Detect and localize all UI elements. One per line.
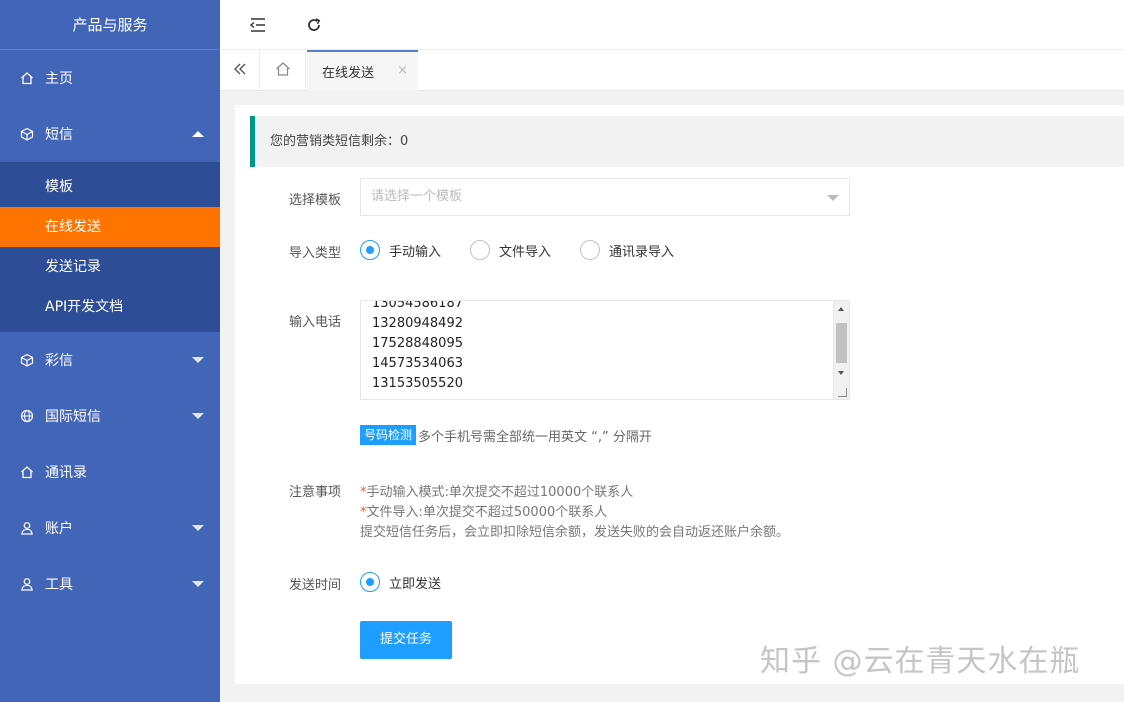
tab-label: 在线发送 xyxy=(322,66,375,81)
caret-down-icon xyxy=(192,357,204,363)
phone-line: 14573534063 xyxy=(372,356,463,371)
menu-collapse-icon[interactable] xyxy=(248,15,268,35)
sidebar-item-contacts[interactable]: 通讯录 xyxy=(0,444,220,500)
scroll-up-icon[interactable] xyxy=(838,307,844,311)
sidebar-item-label: 账户 xyxy=(45,521,73,537)
sidebar-item-label: 通讯录 xyxy=(45,465,87,481)
cube-icon xyxy=(20,127,34,141)
radio-label: 手动输入 xyxy=(389,244,442,260)
sidebar-item-account[interactable]: 账户 xyxy=(0,500,220,556)
template-select[interactable]: 请选择一个模板 xyxy=(360,178,850,216)
user-icon xyxy=(20,521,34,535)
submenu-item-api-docs[interactable]: API开发文档 xyxy=(0,287,220,327)
submenu-item-template[interactable]: 模板 xyxy=(0,167,220,207)
submenu-item-online-send[interactable]: 在线发送 xyxy=(0,207,220,247)
sidebar-item-label: 工具 xyxy=(45,577,73,593)
sms-balance-notice: 您的营销类短信剩余：0 xyxy=(250,116,1124,167)
import-type-label: 导入类型 xyxy=(289,246,342,261)
sidebar-item-intl-sms[interactable]: 国际短信 xyxy=(0,388,220,444)
phone-line: 13054586187 xyxy=(372,300,463,311)
note-text: 手动输入模式:单次提交不超过10000个联系人 xyxy=(366,485,634,500)
caret-down-icon xyxy=(192,581,204,587)
sidebar-item-tools[interactable]: 工具 xyxy=(0,556,220,612)
radio-icon xyxy=(360,240,380,260)
sidebar-item-sms[interactable]: 短信 xyxy=(0,106,220,162)
caret-down-icon xyxy=(192,525,204,531)
sidebar-item-label: 国际短信 xyxy=(45,409,101,425)
cube-icon xyxy=(20,353,34,367)
radio-contacts-import[interactable]: 通讯录导入 xyxy=(580,240,674,260)
sidebar-item-label: 短信 xyxy=(45,127,73,143)
phone-list: 13054586187 13280948492 17528848095 1457… xyxy=(372,300,463,394)
note-manual-limit: *手动输入模式:单次提交不超过10000个联系人 xyxy=(360,481,633,500)
user-icon xyxy=(20,577,34,591)
sidebar-item-label: 彩信 xyxy=(45,353,73,369)
phone-line: 13153505520 xyxy=(372,376,463,391)
sidebar-item-home[interactable]: 主页 xyxy=(0,50,220,106)
tab-bar: 在线发送 × xyxy=(220,50,1124,91)
tab-scroll-left-button[interactable] xyxy=(220,50,260,91)
top-header xyxy=(220,0,1124,50)
radio-send-now[interactable]: 立即发送 xyxy=(360,572,441,592)
home-icon xyxy=(275,61,291,81)
scroll-down-icon[interactable] xyxy=(838,371,844,375)
phone-label: 输入电话 xyxy=(289,315,342,330)
note-file-limit: *文件导入:单次提交不超过50000个联系人 xyxy=(360,501,607,520)
note-deduction: 提交短信任务后，会立即扣除短信余额，发送失败的会自动返还账户余额。 xyxy=(360,525,790,540)
phone-hint: 多个手机号需全部统一用英文 “,” 分隔开 xyxy=(418,430,652,445)
watermark: 知乎 @云在青天水在瓶 xyxy=(760,644,1081,679)
number-check-button[interactable]: 号码检测 xyxy=(360,425,417,445)
tab-home[interactable] xyxy=(260,50,306,91)
radio-label: 通讯录导入 xyxy=(609,244,675,260)
sidebar: 产品与服务 主页 短信 模板 在线发送 发送记录 API开发文档 彩信 国际短信 xyxy=(0,0,220,702)
radio-icon xyxy=(470,240,490,260)
home-icon xyxy=(20,465,34,479)
tab-online-send[interactable]: 在线发送 × xyxy=(307,50,418,91)
main-card: 您的营销类短信剩余：0 选择模板 请选择一个模板 导入类型 手动输入 文件导入 … xyxy=(235,105,1124,684)
sidebar-brand: 产品与服务 xyxy=(0,0,220,50)
phone-line: 17528848095 xyxy=(372,336,463,351)
scroll-thumb[interactable] xyxy=(836,323,847,363)
close-icon[interactable]: × xyxy=(397,63,408,78)
radio-manual-input[interactable]: 手动输入 xyxy=(360,240,441,260)
radio-label: 立即发送 xyxy=(389,576,442,592)
radio-icon xyxy=(360,572,380,592)
double-chevron-left-icon xyxy=(233,62,247,80)
submit-task-button[interactable]: 提交任务 xyxy=(360,621,452,659)
send-time-label: 发送时间 xyxy=(289,578,342,593)
radio-file-import[interactable]: 文件导入 xyxy=(470,240,551,260)
template-label: 选择模板 xyxy=(289,193,342,208)
radio-label: 文件导入 xyxy=(499,244,552,260)
textarea-scrollbar[interactable] xyxy=(833,301,849,399)
chevron-down-icon xyxy=(827,195,839,201)
phone-line: 13280948492 xyxy=(372,316,463,331)
note-text: 文件导入:单次提交不超过50000个联系人 xyxy=(366,505,608,520)
notes-label: 注意事项 xyxy=(289,485,342,500)
resize-handle-icon[interactable] xyxy=(838,388,847,397)
template-placeholder: 请选择一个模板 xyxy=(371,189,463,204)
refresh-icon[interactable] xyxy=(304,15,324,35)
sidebar-item-label: 主页 xyxy=(45,71,73,87)
caret-down-icon xyxy=(192,413,204,419)
phone-textarea[interactable]: 13054586187 13280948492 17528848095 1457… xyxy=(360,300,850,400)
sidebar-item-mms[interactable]: 彩信 xyxy=(0,332,220,388)
radio-icon xyxy=(580,240,600,260)
globe-icon xyxy=(20,409,34,423)
caret-up-icon xyxy=(192,131,204,137)
home-icon xyxy=(20,71,34,85)
submenu-item-send-records[interactable]: 发送记录 xyxy=(0,247,220,287)
sms-submenu: 模板 在线发送 发送记录 API开发文档 xyxy=(0,162,220,332)
